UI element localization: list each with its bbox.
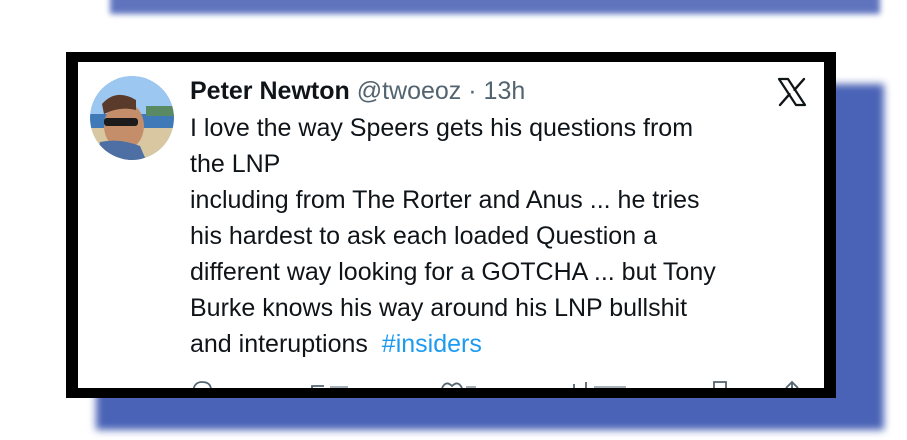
tweet-time[interactable]: 13h (484, 77, 526, 105)
bookmark-icon[interactable] (710, 380, 730, 388)
separator-dot: · (468, 77, 477, 105)
tweet-header: Peter Newton @twoeoz · 13h (190, 74, 525, 108)
avatar-photo (90, 76, 174, 160)
top-shadow-decoration (110, 0, 880, 14)
views-icon[interactable] (570, 380, 630, 388)
author-handle[interactable]: @twoeoz (357, 77, 462, 105)
tweet-text-line: the LNP (190, 150, 281, 178)
hashtag-link[interactable]: #insiders (382, 330, 482, 358)
tweet-text-line-last: and interuptions #insiders (190, 326, 800, 362)
like-icon[interactable] (440, 380, 480, 388)
x-logo-icon (776, 76, 808, 108)
tweet-text-line: his hardest to ask each loaded Question … (190, 222, 657, 250)
retweet-icon[interactable] (310, 380, 350, 388)
author-name[interactable]: Peter Newton (190, 77, 350, 105)
tweet-text: I love the way Speers gets his questions… (190, 110, 800, 362)
reply-icon[interactable] (190, 380, 214, 388)
avatar[interactable] (90, 76, 174, 160)
share-icon[interactable] (782, 380, 802, 388)
tweet-text-line: including from The Rorter and Anus ... h… (190, 186, 700, 214)
tweet-text-fragment: and interuptions (190, 330, 382, 358)
tweet-text-line: different way looking for a GOTCHA ... b… (190, 258, 716, 286)
tweet-text-line: Burke knows his way around his LNP bulls… (190, 294, 688, 322)
tweet-text-line: I love the way Speers gets his questions… (190, 114, 694, 142)
tweet-card: Peter Newton @twoeoz · 13h I love the wa… (78, 62, 824, 388)
tweet-actions (190, 380, 810, 388)
